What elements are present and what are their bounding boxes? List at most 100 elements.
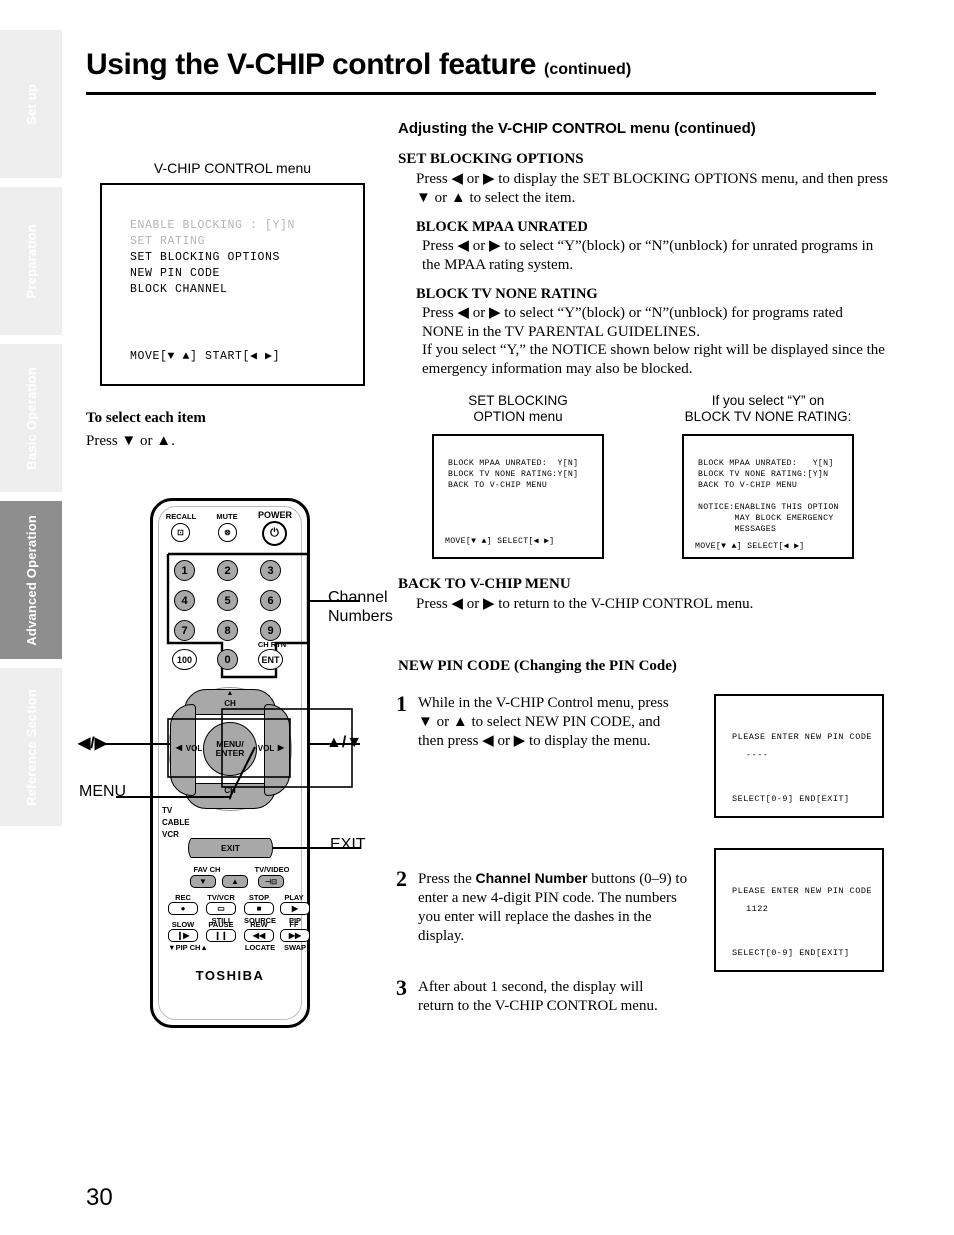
pin-filled-footer: SELECT[0-9] END[EXIT] — [732, 948, 850, 958]
slow-label: SLOW — [171, 920, 195, 929]
sidebar-item-basic-operation[interactable]: Basic Operation — [0, 344, 62, 492]
new-pin-code-heading: NEW PIN CODE (Changing the PIN Code) — [398, 658, 677, 674]
sidebar-item-preparation[interactable]: Preparation — [0, 187, 62, 335]
osd-notice-text-3: MESSAGES — [698, 525, 777, 534]
mode-label-vcr: VCR — [162, 830, 179, 839]
recall-icon[interactable]: ⊡ — [171, 523, 190, 542]
number-key-1[interactable]: 1 — [174, 560, 195, 581]
ent-key[interactable]: ENT — [258, 649, 283, 670]
stop-button[interactable]: ■ — [244, 902, 274, 915]
vchip-menu-item-enable-blocking: ENABLE BLOCKING : [Y]N — [130, 219, 296, 232]
number-key-5[interactable]: 5 — [217, 590, 238, 611]
menu-enter-button[interactable]: MENU/ ENTER — [203, 722, 257, 776]
tv-video-button[interactable]: ⊣⊡ — [258, 875, 284, 888]
step-2-text: Press the Channel Number buttons (0–9) t… — [418, 869, 694, 946]
page-title-continued: (continued) — [544, 61, 632, 78]
set-blocking-option-menu-caption: SET BLOCKING OPTION menu — [432, 393, 604, 425]
step-3-number: 3 — [396, 975, 407, 1000]
number-key-0[interactable]: 0 — [217, 649, 238, 670]
number-key-6[interactable]: 6 — [260, 590, 281, 611]
dpad-left-label: VOL — [185, 744, 203, 753]
hundred-key[interactable]: 100 — [172, 649, 197, 670]
osd-blocking-line-1: BLOCK MPAA UNRATED: Y[N] — [448, 459, 579, 468]
sidebar-item-reference-section[interactable]: Reference Section — [0, 668, 62, 826]
osd-notice-line-3: BACK TO V-CHIP MENU — [698, 481, 798, 490]
power-key-label: POWER — [257, 510, 292, 520]
block-mpaa-unrated-heading: BLOCK MPAA UNRATED — [416, 219, 588, 235]
rec-label: REC — [175, 893, 191, 902]
mute-icon[interactable]: ⊗ — [218, 523, 237, 542]
number-key-3[interactable]: 3 — [260, 560, 281, 581]
back-to-vchip-menu-body: Press ◀ or ▶ to return to the V-CHIP CON… — [416, 596, 754, 612]
menu-enter-line2: ENTER — [215, 748, 245, 758]
dpad-up-arrow-icon: ▲ — [226, 690, 234, 697]
fav-ch-up-button[interactable]: ▲ — [222, 875, 248, 888]
pin-filled-prompt: PLEASE ENTER NEW PIN CODE — [732, 886, 873, 896]
osd-notice-text-1: NOTICE:ENABLING THIS OPTION — [698, 503, 839, 512]
osd-notice-text-2: MAY BLOCK EMERGENCY — [698, 514, 834, 523]
vchip-menu-footer-hint: MOVE[▼ ▲] START[◀ ▶] — [130, 350, 281, 363]
power-icon[interactable]: ⏻ — [262, 521, 287, 546]
dpad-left-arrow-icon: ◀ — [175, 743, 183, 752]
leader-line-left-right — [100, 743, 170, 745]
pin-empty-prompt: PLEASE ENTER NEW PIN CODE — [732, 732, 873, 742]
ch-rtn-label: CH RTN — [257, 640, 287, 649]
number-key-9[interactable]: 9 — [260, 620, 281, 641]
pip-ch-label: ▼PIP CH▲ — [168, 943, 208, 952]
exit-button[interactable]: EXIT — [188, 838, 273, 858]
sidebar-item-label: Advanced Operation — [23, 514, 39, 646]
header-divider — [86, 92, 876, 95]
fav-ch-down-button[interactable]: ▼ — [190, 875, 216, 888]
page-title: Using the V-CHIP control feature — [86, 48, 537, 81]
pause-button[interactable]: ❙❙ — [206, 929, 236, 942]
select-each-item-heading: To select each item — [86, 410, 206, 426]
ff-label: FF — [289, 920, 299, 929]
set-blocking-options-heading: SET BLOCKING OPTIONS — [398, 151, 584, 167]
sidebar-item-advanced-operation[interactable]: Advanced Operation — [0, 501, 62, 659]
vchip-control-menu-screen: ENABLE BLOCKING : [Y]N SET RATING SET BL… — [100, 183, 365, 386]
sidebar-item-label: Basic Operation — [23, 366, 39, 470]
tv-video-label: TV/VIDEO — [254, 865, 290, 874]
vchip-menu-item-set-rating: SET RATING — [130, 235, 206, 248]
pause-label: PAUSE — [208, 920, 234, 929]
pin-empty-footer: SELECT[0-9] END[EXIT] — [732, 794, 850, 804]
dpad-down-label: CH — [224, 786, 236, 795]
sidebar-item-label: Set up — [23, 83, 39, 125]
tv-vcr-button[interactable]: ▭ — [206, 902, 236, 915]
pin-filled-value: 1122 — [746, 904, 769, 914]
page-header: Using the V-CHIP control feature (continu… — [86, 48, 876, 82]
caption-line-2: OPTION menu — [473, 409, 563, 424]
number-key-4[interactable]: 4 — [174, 590, 195, 611]
step-2-text-bold: Channel Number — [475, 870, 588, 886]
vchip-menu-caption: V-CHIP CONTROL menu — [153, 160, 312, 176]
number-key-7[interactable]: 7 — [174, 620, 195, 641]
right-column-content: Adjusting the V-CHIP CONTROL menu (conti… — [398, 120, 888, 378]
brand-logo: TOSHIBA — [195, 968, 265, 983]
block-tv-none-rating-body: Press ◀ or ▶ to select “Y”(block) or “N”… — [422, 305, 885, 377]
rec-button[interactable]: ● — [168, 902, 198, 915]
fav-ch-label: FAV CH — [193, 865, 221, 874]
number-key-2[interactable]: 2 — [217, 560, 238, 581]
osd-notice-line-2: BLOCK TV NONE RATING:[Y]N — [698, 470, 829, 479]
step-1-text: While in the V-CHIP Control menu, press … — [418, 695, 669, 749]
set-blocking-options-body: Press ◀ or ▶ to display the SET BLOCKING… — [416, 171, 888, 206]
stop-label: STOP — [248, 893, 270, 902]
block-tv-none-notice-caption: If you select “Y” on BLOCK TV NONE RATIN… — [672, 393, 864, 425]
callout-left-right: ◀/▶ — [78, 735, 108, 752]
sidebar-item-label: Preparation — [23, 223, 39, 299]
play-label: PLAY — [284, 893, 304, 902]
slow-button[interactable]: ❙▶ — [168, 929, 198, 942]
mode-label-cable: CABLE — [162, 818, 190, 827]
step-3-text: After about 1 second, the display will r… — [418, 979, 658, 1014]
ff-button[interactable]: ▶▶ — [280, 929, 310, 942]
play-button[interactable]: ▶ — [280, 902, 310, 915]
callout-menu: MENU — [79, 783, 127, 800]
set-blocking-option-menu-screen: BLOCK MPAA UNRATED: Y[N] BLOCK TV NONE R… — [432, 434, 604, 559]
dpad-right-arrow-icon: ▶ — [277, 743, 285, 752]
callout-exit: EXIT — [330, 836, 366, 853]
number-key-8[interactable]: 8 — [217, 620, 238, 641]
rew-button[interactable]: ◀◀ — [244, 929, 274, 942]
osd-notice-footer: MOVE[▼ ▲] SELECT[◀ ▶] — [695, 542, 805, 551]
sidebar-item-set-up[interactable]: Set up — [0, 30, 62, 178]
tv-vcr-label: TV/VCR — [207, 893, 235, 902]
